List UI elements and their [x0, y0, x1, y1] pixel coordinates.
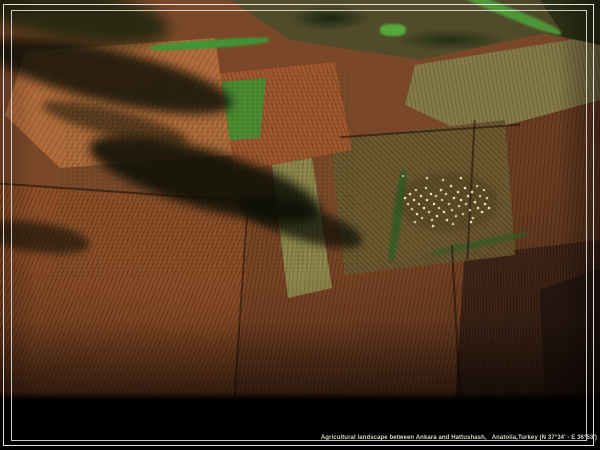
photo-caption: Agricultural landscape between Ankara an… — [321, 399, 597, 450]
aerial-photo — [0, 0, 600, 400]
caption-text: Agricultural landscape between Ankara an… — [321, 435, 597, 442]
photo-page: Agricultural landscape between Ankara an… — [0, 0, 600, 450]
vignette — [0, 0, 600, 400]
